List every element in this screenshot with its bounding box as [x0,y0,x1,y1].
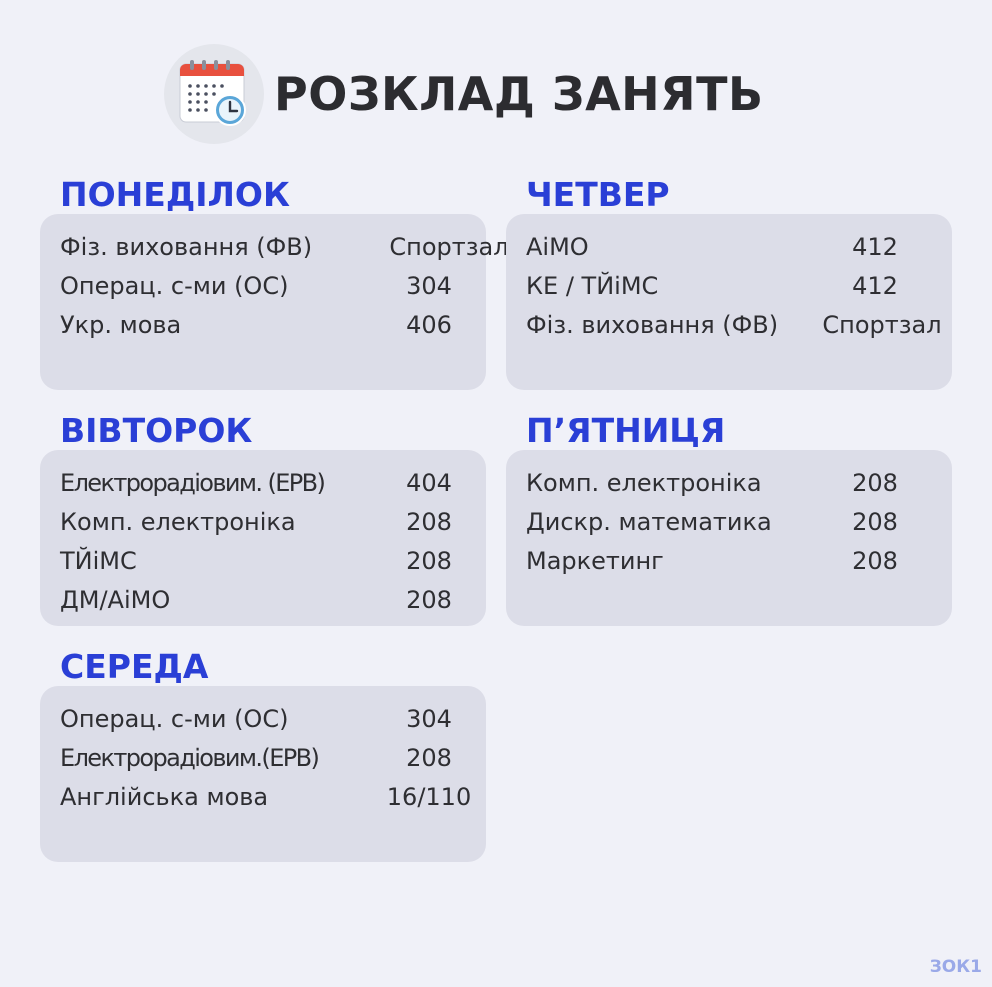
room-label: 406 [406,311,452,339]
room-label: 16/110 [386,783,472,811]
schedule-row: Дискр. математика 208 [526,503,952,542]
schedule-row: АіМО 412 [526,228,952,267]
schedule-row: Комп. електроніка 208 [526,464,952,503]
room-label: 304 [406,705,452,733]
subject-label: КЕ / ТЙіМС [526,272,659,300]
day-title-tuesday: ВІВТОРОК [60,411,253,450]
day-title-thursday: ЧЕТВЕР [526,175,670,214]
subject-label: Фіз. виховання (ФВ) [526,311,779,339]
schedule-row: ТЙіМС 208 [60,542,486,581]
subject-label: Укр. мова [60,311,182,339]
schedule-row: Англійська мова 16/110 [60,778,486,817]
day-card-friday: Комп. електроніка 208 Дискр. математика … [506,450,952,626]
room-label: Спортзал [822,311,942,339]
day-card-monday: Фіз. виховання (ФВ) Спортзал Операц. с-м… [40,214,509,390]
room-label: 208 [406,586,452,614]
subject-label: Операц. с-ми (ОС) [60,705,289,733]
day-title-monday: ПОНЕДІЛОК [60,175,290,214]
calendar-clock-icon [164,44,264,144]
schedule-row: ДМ/АіМО 208 [60,581,486,620]
schedule-row: Укр. мова 406 [60,306,486,345]
room-label: 208 [406,547,452,575]
schedule-row: КЕ / ТЙіМС 412 [526,267,952,306]
schedule-row: Фіз. виховання (ФВ) Спортзал [60,228,509,267]
schedule-row: Маркетинг 208 [526,542,952,581]
subject-label: Комп. електроніка [526,469,762,497]
room-label: 304 [406,272,452,300]
subject-label: ТЙіМС [60,547,137,575]
room-label: 412 [852,233,898,261]
schedule-row: Операц. с-ми (ОС) 304 [60,267,486,306]
day-title-friday: П’ЯТНИЦЯ [526,411,726,450]
subject-label: Електрорадіовим.(ЕРВ) [60,744,320,772]
schedule-row: Комп. електроніка 208 [60,503,486,542]
room-label: 208 [852,547,898,575]
room-label: 412 [852,272,898,300]
subject-label: Операц. с-ми (ОС) [60,272,289,300]
room-label: 404 [406,469,452,497]
room-label: Спортзал [389,233,509,261]
subject-label: АіМО [526,233,589,261]
room-label: 208 [406,508,452,536]
subject-label: ДМ/АіМО [60,586,171,614]
schedule-row: Електрорадіовим. (ЕРВ) 404 [60,464,486,503]
day-card-wednesday: Операц. с-ми (ОС) 304 Електрорадіовим.(Е… [40,686,486,862]
room-label: 208 [852,469,898,497]
day-card-thursday: АіМО 412 КЕ / ТЙіМС 412 Фіз. виховання (… [506,214,952,390]
subject-label: Фіз. виховання (ФВ) [60,233,313,261]
room-label: 208 [852,508,898,536]
room-label: 208 [406,744,452,772]
page-title: РОЗКЛАД ЗАНЯТЬ [274,67,764,121]
day-card-tuesday: Електрорадіовим. (ЕРВ) 404 Комп. електро… [40,450,486,626]
subject-label: Маркетинг [526,547,664,575]
day-title-wednesday: СЕРЕДА [60,647,209,686]
schedule-row: Операц. с-ми (ОС) 304 [60,700,486,739]
subject-label: Електрорадіовим. (ЕРВ) [60,469,326,497]
watermark: ЗОК1 [929,957,982,977]
schedule-row: Електрорадіовим.(ЕРВ) 208 [60,739,486,778]
schedule-row: Фіз. виховання (ФВ) Спортзал [526,306,952,345]
header: РОЗКЛАД ЗАНЯТЬ [164,44,764,144]
subject-label: Комп. електроніка [60,508,296,536]
subject-label: Англійська мова [60,783,269,811]
subject-label: Дискр. математика [526,508,772,536]
